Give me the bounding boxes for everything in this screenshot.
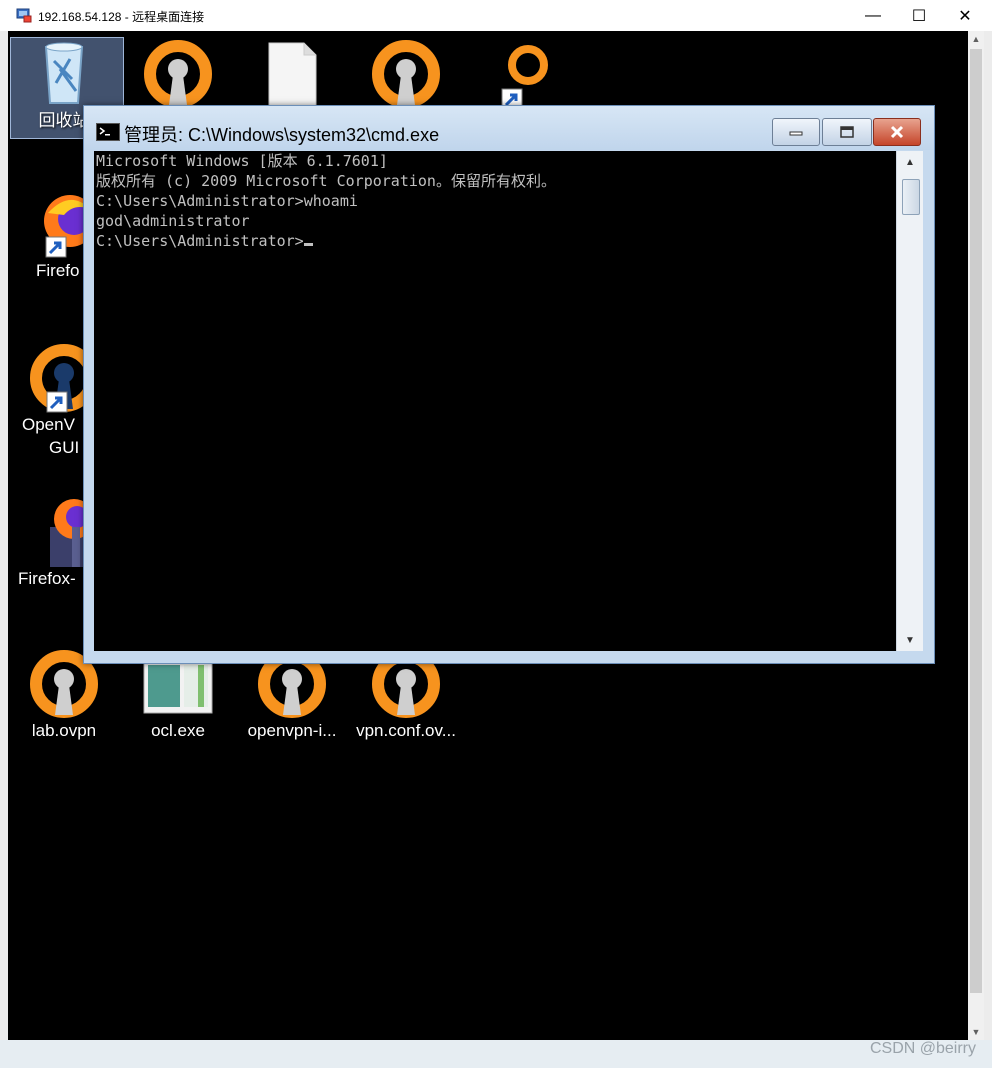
cmd-window: 管理员: C:\Windows\system32\cmd.exe Microso… [83, 105, 935, 664]
scroll-down-arrow-icon[interactable]: ▼ [897, 629, 923, 651]
cmd-console[interactable]: Microsoft Windows [版本 6.1.7601] 版权所有 (c)… [94, 151, 896, 651]
desktop-icon-openvpn-2[interactable] [350, 31, 462, 108]
openvpn-icon [366, 39, 446, 109]
desktop-icon-openvpn-1[interactable] [122, 31, 234, 108]
rdp-minimize-button[interactable]: — [850, 0, 896, 31]
minimize-icon [789, 131, 803, 136]
remote-desktop-icon [16, 8, 32, 23]
scroll-down-arrow-icon[interactable]: ▼ [968, 1024, 984, 1040]
recycle-bin-icon [24, 39, 104, 109]
console-prompt-line: C:\Users\Administrator> [94, 231, 896, 251]
desktop-icon-label: openvpn-i... [247, 721, 337, 740]
cmd-maximize-button[interactable] [822, 118, 872, 146]
blank-file-icon [252, 39, 332, 110]
watermark: CSDN @beirry [869, 1040, 976, 1057]
desktop-icon-label: lab.ovpn [31, 721, 97, 740]
scrollbar-thumb[interactable] [970, 49, 982, 993]
search-shortcut-icon [480, 39, 560, 110]
desktop-icon-label: ocl.exe [151, 721, 205, 740]
desktop-icon-label: vpn.conf.ov... [356, 721, 456, 740]
host-bottom-area [0, 1040, 992, 1068]
console-line: Microsoft Windows [版本 6.1.7601] [96, 152, 388, 170]
desktop-icon-search-shortcut[interactable] [464, 31, 576, 110]
maximize-icon [840, 126, 854, 138]
cmd-window-title: 管理员: C:\Windows\system32\cmd.exe [124, 125, 440, 145]
rdp-maximize-button[interactable]: ☐ [896, 0, 942, 31]
console-line: C:\Users\Administrator>whoami [96, 192, 358, 210]
rdp-window-title: 192.168.54.128 - 远程桌面连接 [38, 10, 205, 24]
scroll-up-arrow-icon[interactable]: ▲ [968, 31, 984, 47]
rdp-close-button[interactable]: ✕ [942, 0, 988, 31]
console-line: god\administrator [96, 212, 250, 230]
scrollbar-thumb[interactable] [902, 179, 920, 215]
openvpn-icon [138, 39, 218, 109]
cmd-vertical-scrollbar[interactable]: ▲ ▼ [896, 151, 923, 651]
host-right-edge [984, 31, 992, 1040]
rdp-vertical-scrollbar[interactable]: ▲ ▼ [968, 31, 984, 1040]
cmd-prompt-icon [96, 123, 120, 141]
text-cursor [303, 243, 313, 246]
cmd-titlebar[interactable]: 管理员: C:\Windows\system32\cmd.exe [84, 106, 934, 150]
cmd-minimize-button[interactable] [772, 118, 820, 146]
console-line: 版权所有 (c) 2009 Microsoft Corporation。保留所有… [96, 172, 556, 190]
scroll-up-arrow-icon[interactable]: ▲ [897, 151, 923, 173]
rdp-titlebar: 192.168.54.128 - 远程桌面连接 — ☐ ✕ [0, 0, 992, 32]
desktop-icon-file[interactable] [236, 31, 348, 110]
close-icon [890, 125, 904, 139]
cmd-close-button[interactable] [873, 118, 921, 146]
host-left-edge [0, 31, 8, 1040]
console-prompt: C:\Users\Administrator> [96, 232, 304, 250]
